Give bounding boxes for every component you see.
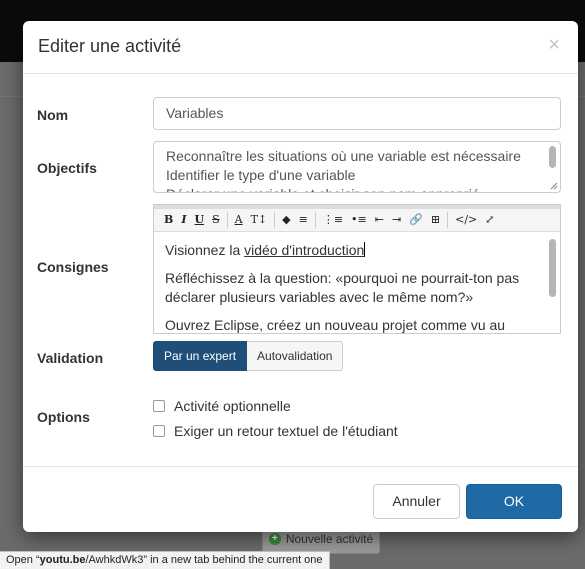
name-label: Nom [37, 107, 69, 123]
editor-toolbar: B I U S A T↕ ◆ ≡ ⋮≡ •≡ ⇤ ⇥ 🔗 ⊞ </> ⤢ [154, 205, 560, 232]
validation-label: Validation [37, 350, 104, 366]
instructions-editor: B I U S A T↕ ◆ ≡ ⋮≡ •≡ ⇤ ⇥ 🔗 ⊞ </> ⤢ Vis… [153, 204, 561, 334]
toolbar-separator [226, 212, 228, 228]
bold-button[interactable]: B [160, 209, 177, 231]
fullscreen-icon[interactable]: ⤢ [481, 209, 498, 231]
ok-button[interactable]: OK [466, 484, 562, 519]
link-status-bar: Open “youtu.be/AwhkdWk3” in a new tab be… [0, 551, 330, 569]
options-label: Options [37, 409, 90, 425]
instructions-text: Visionnez la [165, 242, 245, 258]
self-validation-button[interactable]: Autovalidation [247, 341, 344, 371]
text-feedback-option[interactable]: Exiger un retour textuel de l'étudiant [153, 423, 398, 439]
modal-footer: Annuler OK [23, 466, 578, 532]
status-path: /AwhkdWk3 [85, 554, 144, 566]
link-icon[interactable]: 🔗 [405, 209, 427, 231]
toolbar-separator [314, 212, 316, 228]
text-feedback-checkbox[interactable] [153, 425, 165, 437]
underline-button[interactable]: U [190, 209, 208, 231]
status-text: Open “ [6, 554, 40, 566]
cancel-button[interactable]: Annuler [373, 484, 460, 519]
unordered-list-icon[interactable]: •≡ [347, 209, 371, 231]
close-icon[interactable]: × [548, 35, 560, 55]
italic-button[interactable]: I [177, 209, 190, 231]
instructions-paragraph: Ouvrez Eclipse, créez un nouveau projet … [165, 317, 506, 333]
toolbar-separator [447, 212, 449, 228]
text-feedback-label: Exiger un retour textuel de l'étudiant [174, 423, 398, 439]
name-input[interactable]: Variables [153, 97, 561, 130]
text-caret [364, 242, 366, 257]
strikethrough-button[interactable]: S [208, 209, 224, 231]
editor-content[interactable]: Visionnez la vidéo d'introduction Réfléc… [154, 232, 560, 333]
optional-activity-label: Activité optionnelle [174, 398, 291, 414]
instructions-paragraph: Visionnez la vidéo d'introduction [165, 241, 532, 260]
plus-icon: + [268, 533, 281, 545]
ordered-list-icon[interactable]: ⋮≡ [319, 209, 347, 231]
objectives-label: Objectifs [37, 160, 97, 176]
status-text: ” in a new tab behind the current one [143, 554, 323, 566]
optional-activity-option[interactable]: Activité optionnelle [153, 398, 291, 414]
objectives-line: Identifier le type d'une variable [166, 167, 356, 183]
instructions-paragraph: Réfléchissez à la question: «pourquoi ne… [165, 270, 520, 305]
objectives-line: Déclarer une variable et choisir son nom… [166, 185, 532, 192]
objectives-line: Reconnaître les situations où une variab… [166, 148, 521, 164]
toolbar-separator [274, 212, 276, 228]
outdent-icon[interactable]: ⇤ [371, 209, 388, 231]
table-icon[interactable]: ⊞ [427, 209, 444, 231]
indent-icon[interactable]: ⇥ [388, 209, 405, 231]
editor-scrollbar[interactable] [549, 239, 556, 297]
code-view-icon[interactable]: </> [451, 209, 481, 231]
validation-toggle-group: Par un expert Autovalidation [153, 341, 344, 371]
font-color-button[interactable]: A [231, 209, 247, 231]
new-activity-label: Nouvelle activité [285, 532, 374, 546]
objectives-scrollbar[interactable] [549, 146, 556, 168]
resize-grip-icon[interactable] [550, 182, 558, 190]
edit-activity-modal: Editer une activité × Nom Variables Obje… [23, 21, 578, 532]
font-size-button[interactable]: T↕ [247, 209, 272, 231]
instructions-label: Consignes [37, 259, 109, 275]
objectives-textarea[interactable]: Reconnaître les situations où une variab… [153, 141, 561, 193]
highlight-icon[interactable]: ◆ [278, 209, 294, 231]
expert-validation-button[interactable]: Par un expert [153, 341, 248, 371]
align-icon[interactable]: ≡ [295, 209, 312, 231]
modal-header: Editer une activité × [23, 21, 578, 74]
status-host: youtu.be [39, 554, 86, 566]
intro-video-link[interactable]: vidéo d'introduction [244, 242, 364, 258]
modal-title: Editer une activité [38, 36, 182, 56]
optional-activity-checkbox[interactable] [153, 400, 165, 412]
